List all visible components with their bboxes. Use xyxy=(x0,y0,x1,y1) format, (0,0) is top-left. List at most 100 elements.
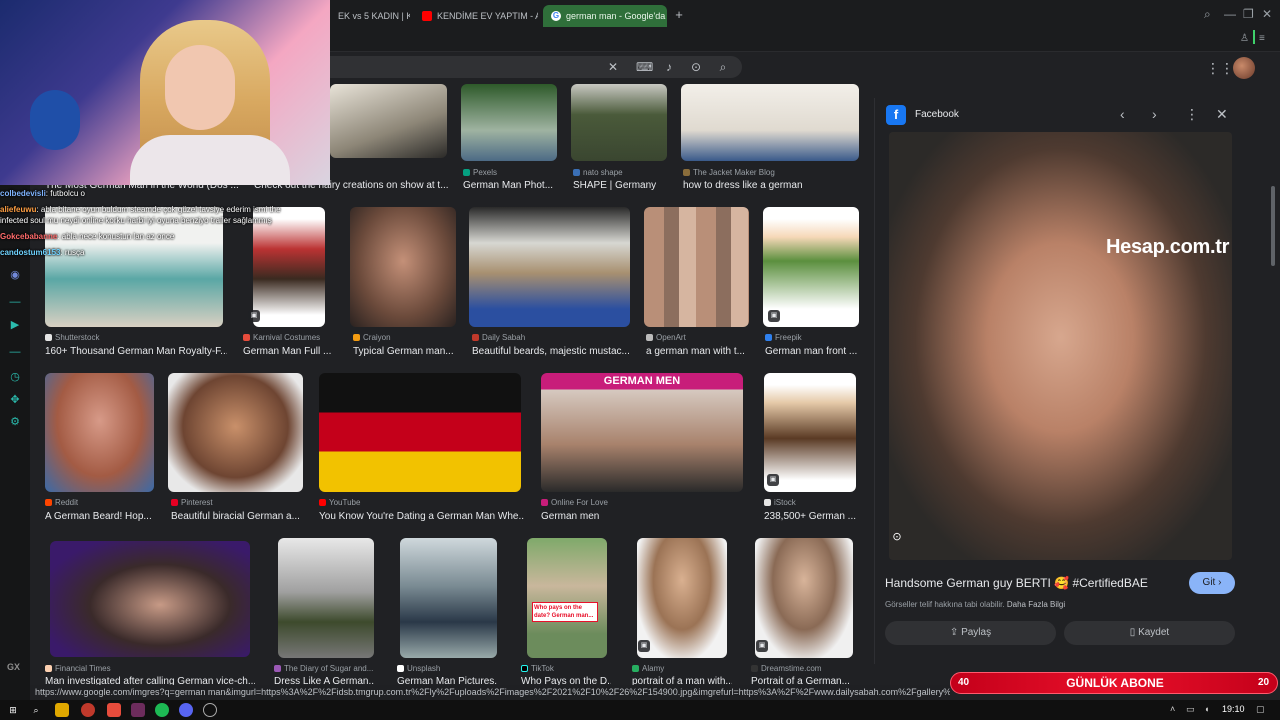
app-active-icon[interactable] xyxy=(131,703,145,717)
result-thumbnail[interactable] xyxy=(330,84,447,158)
result-caption[interactable]: 160+ Thousand German Man Royalty-F... xyxy=(45,346,227,357)
result-source: YouTube xyxy=(319,498,419,507)
new-tab-button[interactable]: + xyxy=(672,8,686,22)
player-icon[interactable]: ▶ xyxy=(8,318,22,332)
lens-icon[interactable]: ⊙ xyxy=(689,60,703,74)
result-thumbnail[interactable] xyxy=(50,541,250,657)
tab-german-man-google[interactable]: G german man - Google'da xyxy=(543,5,667,27)
result-source: Alamy xyxy=(632,664,732,673)
tab-ek-vs-5-kadin[interactable]: EK vs 5 KADIN | KIY xyxy=(330,5,410,27)
obs-icon[interactable] xyxy=(203,703,217,717)
result-thumbnail[interactable] xyxy=(763,207,859,327)
spotify-icon[interactable] xyxy=(155,703,169,717)
close-preview-icon[interactable]: ✕ xyxy=(1216,106,1228,123)
clear-search-icon[interactable]: ✕ xyxy=(606,60,620,74)
taskbar-clock[interactable]: 19:10 xyxy=(1222,704,1245,714)
video-badge-icon: ▣ xyxy=(767,474,779,486)
save-button[interactable]: ▯ Kaydet xyxy=(1064,621,1235,645)
result-caption[interactable]: German Man Full ... xyxy=(243,346,335,357)
result-thumbnail[interactable] xyxy=(350,207,456,327)
tab-kendime-ev-yaptim[interactable]: KENDİME EV YAPTIM - A xyxy=(414,5,538,27)
result-thumbnail[interactable] xyxy=(400,538,497,658)
more-options-icon[interactable]: ⋮ xyxy=(1185,106,1199,123)
result-source: iStock xyxy=(764,498,864,507)
search-tabs-icon[interactable]: ⌕ xyxy=(1204,7,1211,22)
result-caption[interactable]: a german man with t... xyxy=(646,346,748,357)
settings-icon[interactable]: ⚙ xyxy=(8,415,22,429)
preview-source[interactable]: Facebook xyxy=(915,109,959,120)
history-icon[interactable]: ◷ xyxy=(8,370,22,384)
share-button[interactable]: ⇪ Paylaş xyxy=(885,621,1056,645)
avatar[interactable] xyxy=(1233,57,1255,79)
result-thumbnail[interactable] xyxy=(45,373,154,492)
result-source: Dreamstime.com xyxy=(751,664,861,673)
result-thumbnail[interactable] xyxy=(571,84,667,161)
result-thumbnail[interactable] xyxy=(278,538,374,658)
apps-grid-icon[interactable]: ⋮⋮ xyxy=(1206,60,1234,77)
result-caption[interactable]: You Know You're Dating a German Man Whe.… xyxy=(319,511,524,522)
result-caption[interactable]: 238,500+ German ... xyxy=(764,511,864,522)
restore-icon[interactable]: ❐ xyxy=(1243,7,1254,21)
network-icon[interactable]: ▭ xyxy=(1186,704,1195,715)
extensions-icon[interactable]: ✥ xyxy=(8,393,22,407)
visit-button[interactable]: Git › xyxy=(1189,572,1235,594)
discord-taskbar-icon[interactable] xyxy=(179,703,193,717)
result-caption[interactable]: SHAPE | Germany xyxy=(573,180,673,191)
windows-start-icon[interactable]: ⊞ xyxy=(6,703,20,717)
opera-gx-icon[interactable] xyxy=(81,703,95,717)
menu-icon[interactable]: ≡ xyxy=(1259,33,1265,44)
result-thumbnail[interactable]: GERMAN MEN xyxy=(541,373,743,492)
chat-message: colbedevisli: futbolcu o xyxy=(0,188,340,199)
result-thumbnail[interactable] xyxy=(644,207,749,327)
keyboard-icon[interactable]: ⌨ xyxy=(636,60,653,74)
app-icon[interactable] xyxy=(107,703,121,717)
file-explorer-icon[interactable] xyxy=(55,703,69,717)
search-input[interactable] xyxy=(330,56,742,78)
page-scrollbar[interactable] xyxy=(1270,86,1276,686)
profile-icon[interactable]: ♙ xyxy=(1240,33,1249,44)
notifications-icon[interactable]: ▢ xyxy=(1256,704,1265,715)
result-caption[interactable]: German men xyxy=(541,511,741,522)
scrollbar-thumb[interactable] xyxy=(1271,186,1275,266)
chat-user: colbedevisli xyxy=(0,189,46,198)
result-thumbnail[interactable] xyxy=(319,373,521,492)
result-caption[interactable]: Beautiful biracial German a... xyxy=(171,511,306,522)
result-source: Daily Sabah xyxy=(472,333,622,342)
lens-search-icon[interactable]: ⊙ xyxy=(889,530,905,546)
close-window-icon[interactable]: ✕ xyxy=(1262,7,1272,21)
next-icon[interactable]: › xyxy=(1152,106,1157,122)
search-icon[interactable]: ⌕ xyxy=(716,60,730,75)
discord-icon[interactable]: ◉ xyxy=(8,268,22,282)
source-label: Dreamstime.com xyxy=(761,664,822,673)
youtube-icon xyxy=(422,11,432,21)
result-thumbnail[interactable]: Who pays on the date? German man... xyxy=(527,538,607,658)
source-label: TikTok xyxy=(531,664,554,673)
result-caption[interactable]: German man front ... xyxy=(765,346,861,357)
result-source: TikTok xyxy=(521,664,621,673)
tray-chevron-icon[interactable]: ˄ xyxy=(1170,704,1175,714)
result-thumbnail[interactable] xyxy=(469,207,630,327)
result-caption[interactable]: A German Beard! Hop... xyxy=(45,511,157,522)
result-source: Pinterest xyxy=(171,498,271,507)
result-thumbnail[interactable] xyxy=(755,538,853,658)
previous-icon[interactable]: ‹ xyxy=(1120,106,1125,122)
result-thumbnail[interactable] xyxy=(681,84,859,161)
volume-icon[interactable]: ◖ xyxy=(1204,704,1209,714)
result-thumbnail[interactable] xyxy=(461,84,557,161)
microphone-icon[interactable]: ♪ xyxy=(662,60,676,74)
result-caption[interactable]: Beautiful beards, majestic mustac... xyxy=(472,346,632,357)
result-thumbnail[interactable] xyxy=(637,538,727,658)
result-source: Shutterstock xyxy=(45,333,235,342)
learn-more-link[interactable]: Daha Fazla Bilgi xyxy=(1007,600,1065,609)
result-caption[interactable]: German Man Phot... xyxy=(463,180,563,191)
webcam-overlay xyxy=(0,0,330,185)
result-thumbnail[interactable] xyxy=(168,373,303,492)
search-taskbar-icon[interactable]: ⌕ xyxy=(29,703,43,717)
minimize-icon[interactable]: — xyxy=(1224,7,1236,21)
preview-image[interactable] xyxy=(889,132,1232,560)
preview-title[interactable]: Handsome German guy BERTI 🥰 #CertifiedBA… xyxy=(885,576,1148,590)
result-caption[interactable]: Typical German man... xyxy=(353,346,455,357)
tab-label: german man - Google'da xyxy=(566,11,666,21)
video-badge-icon: ▣ xyxy=(768,310,780,322)
result-caption[interactable]: how to dress like a german xyxy=(683,180,859,191)
